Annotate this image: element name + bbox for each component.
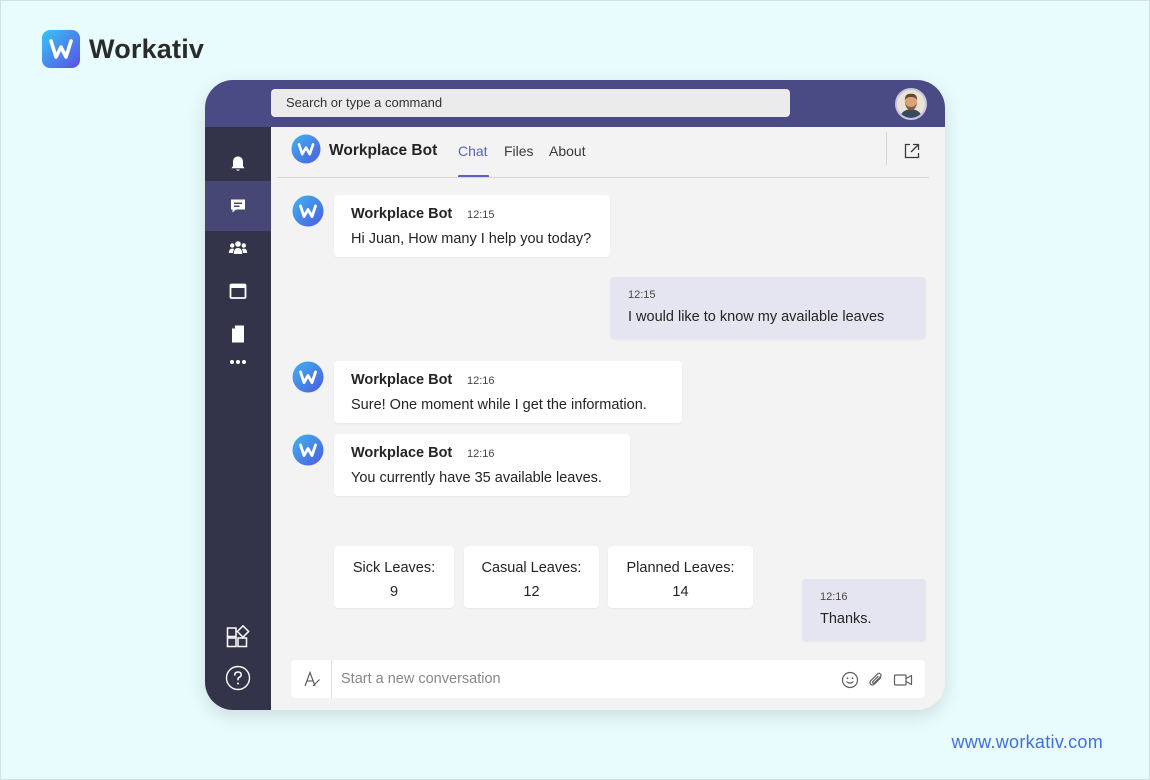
workativ-logo-icon — [42, 30, 80, 68]
message-bubble: Workplace Bot 12:16 Sure! One moment whi… — [334, 361, 682, 423]
leave-label: Sick Leaves: — [352, 560, 436, 576]
message-text: Thanks. — [820, 611, 872, 627]
header-separator — [277, 177, 929, 178]
message-bubble-self: 12:15 I would like to know my available … — [610, 277, 926, 339]
bot-avatar-icon — [292, 361, 324, 393]
leave-value: 14 — [672, 584, 689, 600]
apps-icon — [226, 625, 250, 648]
format-icon[interactable] — [303, 670, 321, 688]
message-input[interactable] — [332, 660, 832, 698]
header-divider — [886, 132, 887, 165]
calendar-icon — [229, 283, 247, 299]
bot-avatar-icon — [291, 134, 321, 164]
video-icon[interactable] — [893, 671, 913, 689]
search-input[interactable]: Search or type a command — [271, 89, 790, 117]
website-link[interactable]: www.workativ.com — [952, 732, 1104, 753]
tab-chat[interactable]: Chat — [458, 143, 488, 159]
message-time: 12:15 — [467, 209, 495, 221]
tab-files[interactable]: Files — [504, 143, 534, 159]
teams-window: Search or type a command Workplace Bot C… — [205, 80, 945, 710]
message-text: You currently have 35 available leaves. — [351, 470, 602, 486]
user-avatar-icon — [897, 90, 925, 118]
bell-icon — [231, 156, 245, 171]
message-bubble-self: 12:16 Thanks. — [802, 579, 926, 641]
bot-avatar-icon — [292, 434, 324, 466]
bot-avatar-icon — [292, 195, 324, 227]
leave-card-sick: Sick Leaves: 9 — [334, 546, 454, 608]
tab-about[interactable]: About — [549, 143, 586, 159]
message-time: 12:16 — [467, 448, 495, 460]
message-bubble: Workplace Bot 12:16 You currently have 3… — [334, 434, 630, 496]
chat-title: Workplace Bot — [329, 142, 438, 159]
chat-header: Workplace Bot Chat Files About — [271, 127, 945, 178]
leave-value: 9 — [389, 584, 399, 600]
side-rail — [205, 127, 271, 710]
leave-value: 12 — [523, 584, 540, 600]
help-icon — [225, 665, 251, 691]
message-time: 12:16 — [467, 375, 495, 387]
compose-box — [291, 660, 925, 698]
rail-more[interactable] — [205, 339, 271, 385]
top-bar: Search or type a command — [205, 80, 945, 127]
sender-name: Workplace Bot — [351, 372, 453, 388]
brand-name: Workativ — [89, 33, 205, 64]
brand: Workativ — [42, 30, 204, 68]
leave-card-casual: Casual Leaves: 12 — [464, 546, 599, 608]
message-bubble: Workplace Bot 12:15 Hi Juan, How many I … — [334, 195, 610, 257]
rail-help[interactable] — [205, 653, 271, 703]
user-avatar[interactable] — [895, 88, 927, 120]
sender-name: Workplace Bot — [351, 206, 453, 222]
teams-icon — [228, 241, 248, 254]
leave-card-planned: Planned Leaves: 14 — [608, 546, 753, 608]
sender-name: Workplace Bot — [351, 445, 453, 461]
chat-panel: Workplace Bot Chat Files About Workplace… — [271, 127, 945, 710]
chat-icon — [231, 199, 245, 213]
message-text: I would like to know my available leaves — [628, 309, 885, 325]
message-time: 12:15 — [628, 289, 656, 301]
message-text: Hi Juan, How many I help you today? — [351, 231, 592, 247]
emoji-icon[interactable] — [841, 671, 859, 689]
leave-label: Casual Leaves: — [481, 560, 582, 576]
leave-label: Planned Leaves: — [626, 560, 735, 576]
attach-icon[interactable] — [867, 671, 885, 689]
popout-icon[interactable] — [903, 142, 921, 160]
message-text: Sure! One moment while I get the informa… — [351, 397, 647, 413]
more-icon — [230, 360, 246, 364]
message-time: 12:16 — [820, 591, 848, 603]
